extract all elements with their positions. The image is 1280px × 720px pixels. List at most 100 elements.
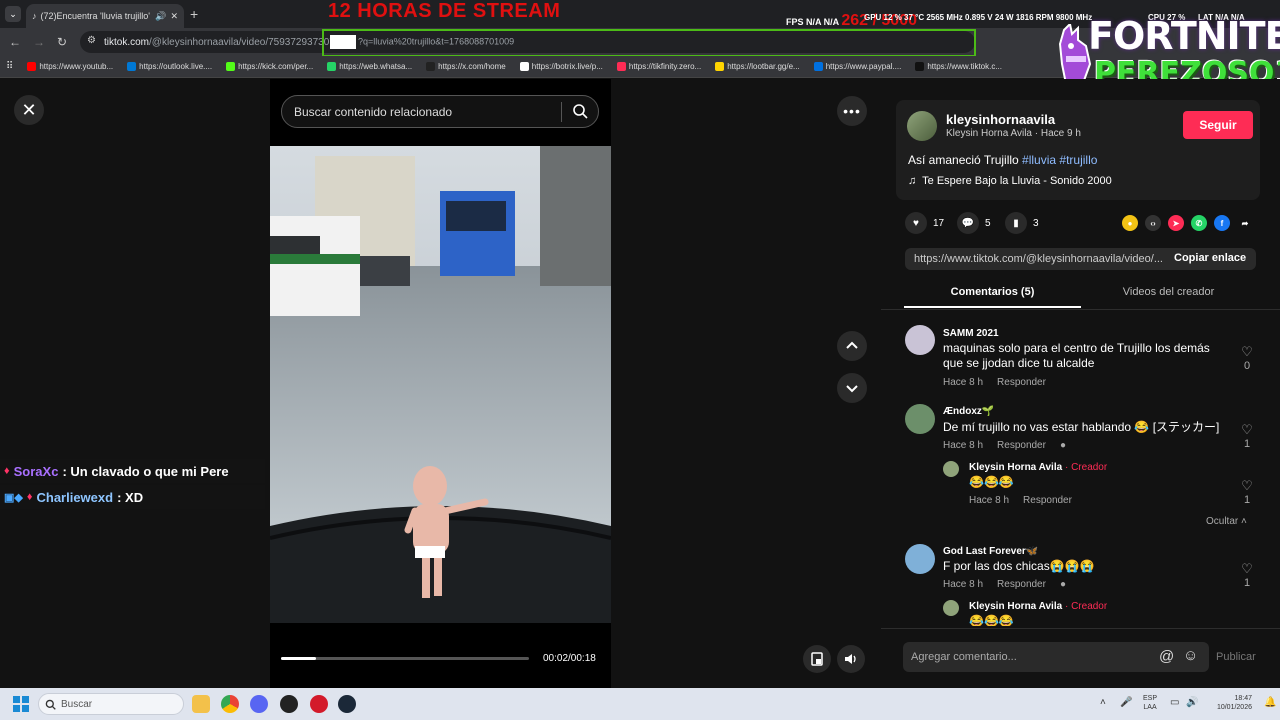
bookmark-label: https://kick.com/per...: [238, 62, 314, 71]
reply-button[interactable]: Responder: [997, 440, 1046, 451]
bookmark-item[interactable]: https://www.tiktok.c...: [915, 62, 1002, 71]
like-action[interactable]: ♥ 17: [905, 212, 944, 234]
hide-replies-button[interactable]: Ocultar ˄: [1206, 516, 1247, 527]
hashtag[interactable]: #trujillo: [1059, 153, 1097, 167]
clock[interactable]: 18:47 10/01/2026: [1208, 694, 1252, 712]
avatar[interactable]: [943, 600, 959, 616]
next-video-button[interactable]: [837, 373, 867, 403]
bookmark-label: https://www.paypal....: [825, 62, 902, 71]
chevron-up-icon[interactable]: ˄: [1100, 697, 1106, 708]
avatar[interactable]: [905, 325, 935, 355]
comment-author[interactable]: SAMM 2021: [943, 328, 999, 339]
volume-icon[interactable]: 🔊: [1186, 697, 1198, 708]
close-button[interactable]: ✕: [14, 95, 44, 125]
video-progress-bar[interactable]: [281, 657, 529, 660]
windows-start-icon[interactable]: [12, 695, 30, 713]
more-options-button[interactable]: •••: [837, 96, 867, 126]
microphone-icon[interactable]: 🎤: [1120, 697, 1132, 708]
discord-icon[interactable]: [250, 695, 268, 713]
related-search-input[interactable]: Buscar contenido relacionado: [281, 95, 599, 128]
comment-like[interactable]: ♡ 1: [1240, 422, 1254, 450]
bookmark-item[interactable]: https://www.paypal....: [813, 62, 902, 71]
bookmark-item[interactable]: https://lootbar.gg/e...: [715, 62, 800, 71]
bookmark-item[interactable]: https://x.com/home: [426, 62, 506, 71]
back-icon[interactable]: ←: [9, 35, 21, 49]
tab-creator-videos[interactable]: Videos del creador: [1081, 286, 1256, 308]
network-icon[interactable]: ▭: [1170, 697, 1179, 708]
file-explorer-icon[interactable]: [192, 695, 210, 713]
share-icon[interactable]: ➦: [1237, 215, 1253, 231]
comment-like-count: 1: [1243, 577, 1251, 589]
browser-tab[interactable]: ♪ (72)Encuentra 'lluvia trujillo' 🔊 ✕: [26, 4, 184, 28]
bookmark-icon: ▮: [1005, 212, 1027, 234]
publish-button[interactable]: Publicar: [1216, 651, 1256, 663]
bookmark-item[interactable]: https://outlook.live....: [127, 62, 212, 71]
comment-author[interactable]: God Last Forever🦋: [943, 546, 1038, 557]
comment-like[interactable]: ♡ 1: [1240, 478, 1254, 506]
reply-button[interactable]: Responder: [997, 377, 1046, 388]
comment-action[interactable]: 💬 5: [957, 212, 991, 234]
tab-list-button[interactable]: ⌄: [5, 6, 21, 22]
comment-author[interactable]: Ændoxz🌱: [943, 406, 994, 417]
reply-button[interactable]: Responder: [997, 579, 1046, 590]
bookmark-item[interactable]: https://botrix.live/p...: [519, 62, 603, 71]
comment-like[interactable]: ♡ 0: [1240, 344, 1254, 372]
whatsapp-icon[interactable]: ✆: [1191, 215, 1207, 231]
tab-comments[interactable]: Comentarios (5): [904, 286, 1081, 308]
comment-input[interactable]: Agregar comentario... @ ☺: [903, 642, 1209, 672]
bookmark-favicon-icon: [27, 62, 37, 71]
floating-player-button[interactable]: [803, 645, 831, 673]
bookmark-item[interactable]: https://kick.com/per...: [226, 62, 313, 71]
heart-icon: ♥: [905, 212, 927, 234]
save-count: 3: [1033, 217, 1039, 229]
mention-icon[interactable]: @: [1159, 648, 1174, 665]
comment-like[interactable]: ♡ 1: [1240, 561, 1254, 589]
comment-author[interactable]: Kleysin Horna Avila · Creador: [969, 601, 1107, 612]
previous-video-button[interactable]: [837, 331, 867, 361]
comment-author[interactable]: Kleysin Horna Avila · Creador: [969, 462, 1107, 473]
emoji-icon[interactable]: ☺: [1183, 647, 1198, 664]
save-action[interactable]: ▮ 3: [1005, 212, 1039, 234]
reload-icon[interactable]: ↻: [57, 35, 67, 49]
chevron-up-icon: ˄: [1241, 516, 1247, 527]
bookmark-item[interactable]: https://tikfinity.zero...: [616, 62, 702, 71]
site-info-icon[interactable]: ⚙: [87, 35, 96, 46]
avatar[interactable]: [905, 544, 935, 574]
reply-button[interactable]: Responder: [1023, 495, 1072, 506]
avatar[interactable]: [907, 111, 937, 141]
follow-button[interactable]: Seguir: [1183, 111, 1253, 139]
tab-close-icon[interactable]: ✕: [170, 11, 178, 22]
taskbar-search[interactable]: Buscar: [38, 693, 184, 715]
bookmark-label: https://web.whatsa...: [339, 62, 413, 71]
copy-link-button[interactable]: Copiar enlace: [1174, 252, 1246, 264]
creator-badge: · Creador: [1062, 462, 1108, 473]
bookmark-item[interactable]: https://web.whatsa...: [327, 62, 412, 71]
comment-like-count: 1: [1243, 438, 1251, 450]
volume-button[interactable]: [837, 645, 865, 673]
coin-icon[interactable]: ●: [1122, 215, 1138, 231]
avatar[interactable]: [943, 461, 959, 477]
facebook-icon[interactable]: f: [1214, 215, 1230, 231]
apps-icon[interactable]: ⠿: [6, 61, 13, 72]
search-placeholder: Buscar contenido relacionado: [294, 104, 453, 119]
new-tab-button[interactable]: +: [190, 6, 198, 22]
obs-icon[interactable]: [280, 695, 298, 713]
send-icon[interactable]: ➤: [1168, 215, 1184, 231]
bookmark-label: https://tikfinity.zero...: [628, 62, 702, 71]
badge-icon: ▣◆: [4, 491, 23, 504]
author-username[interactable]: kleysinhornaavila: [946, 112, 1055, 127]
embed-icon[interactable]: ‹›: [1145, 215, 1161, 231]
bookmark-item[interactable]: https://www.youtub...: [27, 62, 113, 71]
hashtag[interactable]: #lluvia: [1022, 153, 1056, 167]
opera-icon[interactable]: [310, 695, 328, 713]
search-icon[interactable]: [572, 103, 588, 119]
video-frame[interactable]: [270, 146, 611, 623]
language-indicator[interactable]: ESP LAA: [1143, 694, 1157, 712]
avatar[interactable]: [905, 404, 935, 434]
music-track[interactable]: ♫ Te Espere Bajo la Lluvia - Sonido 2000: [908, 175, 1112, 187]
forward-icon[interactable]: →: [33, 35, 45, 49]
steam-icon[interactable]: [338, 695, 356, 713]
chrome-icon[interactable]: [221, 695, 239, 713]
divider: [881, 309, 1280, 310]
notification-icon[interactable]: 🔔: [1264, 697, 1276, 708]
